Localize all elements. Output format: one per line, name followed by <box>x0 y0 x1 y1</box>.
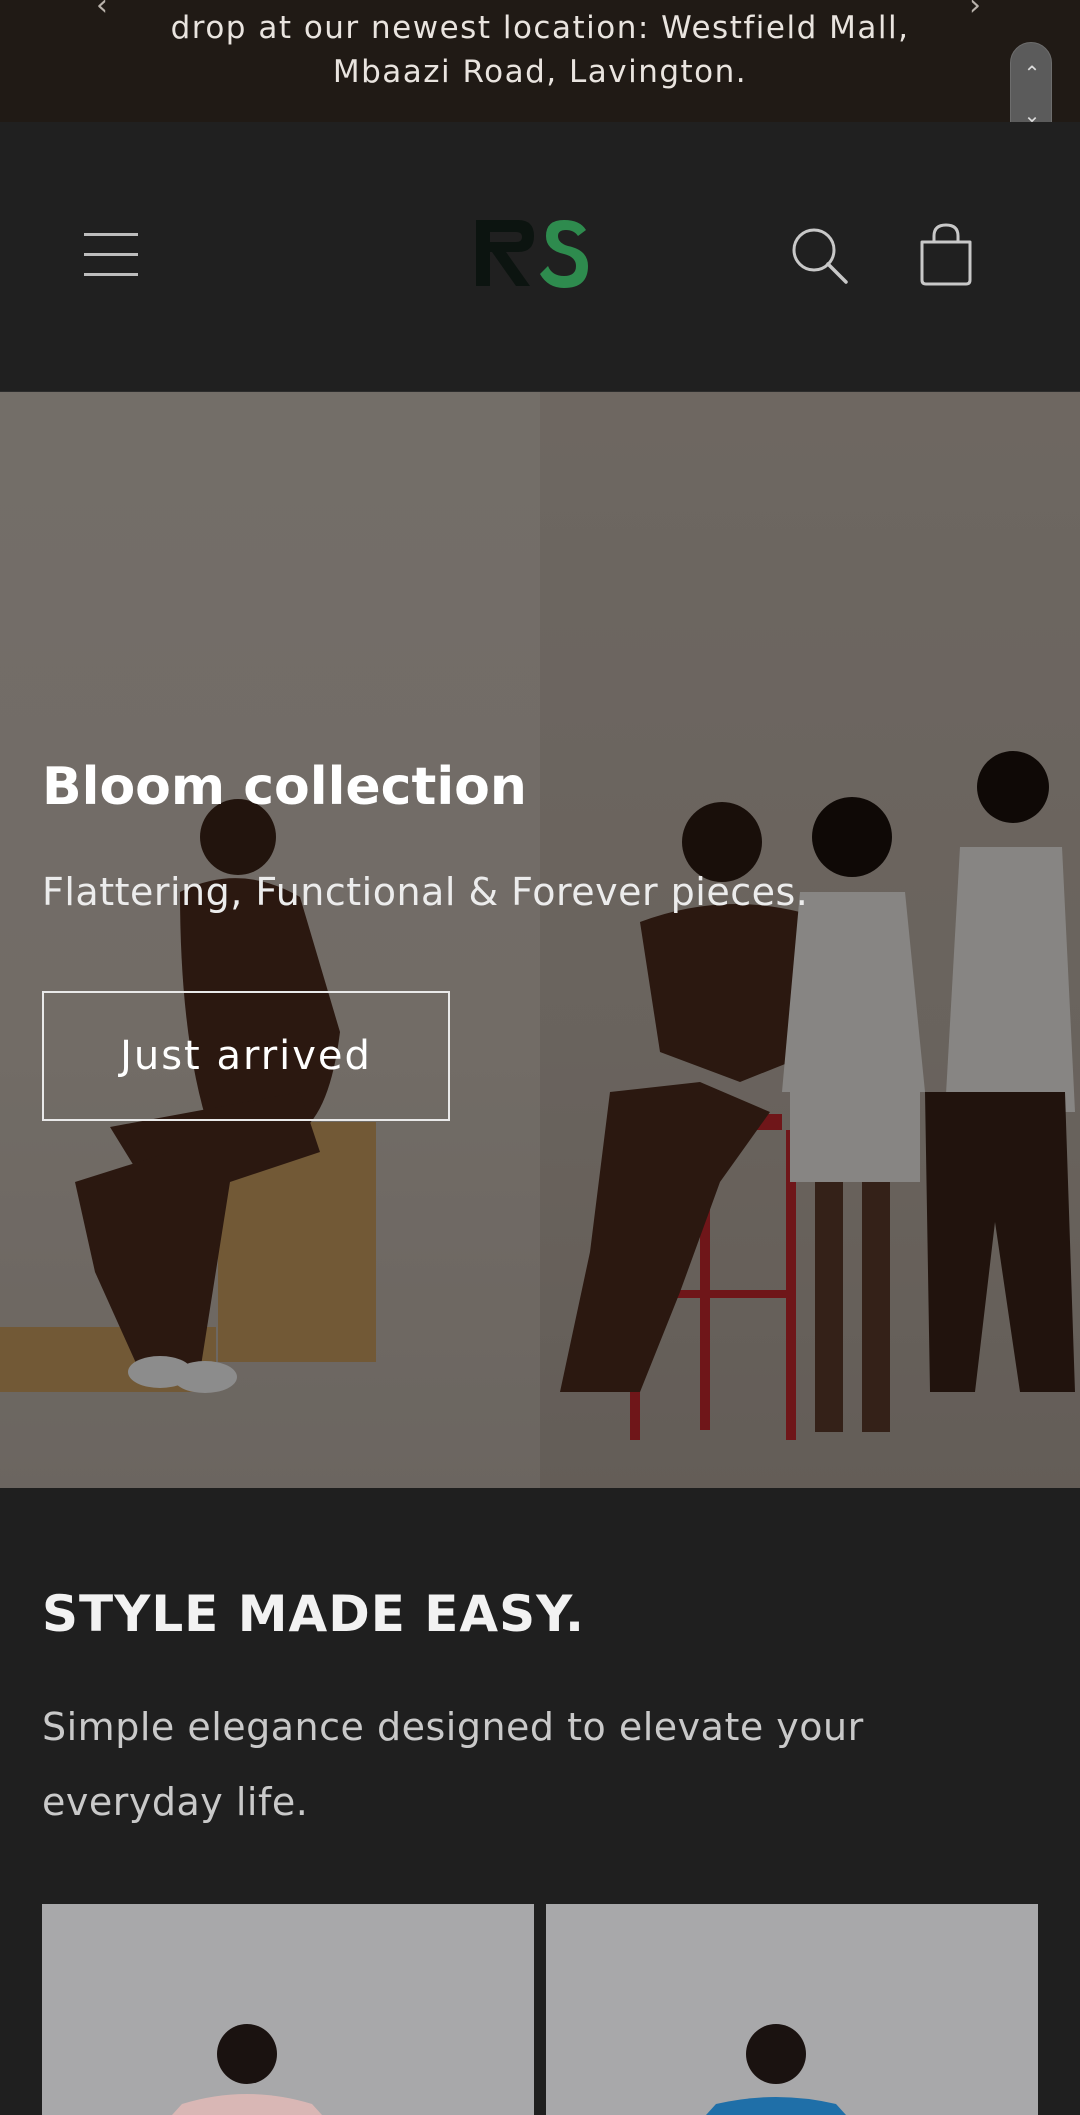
cart-bag-icon[interactable] <box>914 222 978 286</box>
chevron-right-icon[interactable]: › <box>955 0 995 26</box>
chevron-up-icon[interactable]: ⌃ <box>1011 63 1053 83</box>
chevron-left-icon[interactable]: ‹ <box>82 0 122 26</box>
hamburger-menu-icon[interactable] <box>84 227 140 277</box>
just-arrived-button[interactable]: Just arrived <box>42 991 450 1121</box>
hero-banner: Bloom collection Flattering, Functional … <box>0 392 1080 1488</box>
product-image <box>42 1904 534 2115</box>
section-description: Simple elegance designed to elevate your… <box>42 1705 864 1824</box>
brand-logo[interactable] <box>468 200 598 300</box>
product-card[interactable] <box>42 1904 534 2115</box>
section-title: STYLE MADE EASY. <box>42 1585 586 1643</box>
product-card[interactable] <box>546 1904 1038 2115</box>
announcement-bar: ‹ drop at our newest location: Westfield… <box>0 0 1080 122</box>
announcement-text: drop at our newest location: Westfield M… <box>170 10 910 90</box>
search-icon[interactable] <box>790 226 850 286</box>
product-image <box>546 1904 1038 2115</box>
site-header <box>0 122 1080 392</box>
hero-subtitle: Flattering, Functional & Forever pieces. <box>42 870 809 914</box>
hero-title: Bloom collection <box>42 757 527 817</box>
hero-dark-overlay <box>0 392 1080 1488</box>
